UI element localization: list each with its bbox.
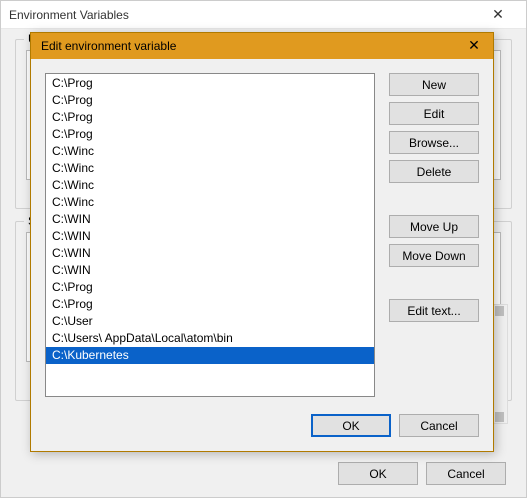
ok-button[interactable]: OK [311,414,391,437]
path-listbox[interactable]: C:\ProgC:\ProgC:\ProgC:\ProgC:\WincC:\Wi… [45,73,375,397]
list-item[interactable]: C:\Winc [46,177,374,194]
list-item[interactable]: C:\WIN [46,245,374,262]
list-item[interactable]: C:\Winc [46,194,374,211]
list-item[interactable]: C:\Prog [46,296,374,313]
child-body: C:\ProgC:\ProgC:\ProgC:\ProgC:\WincC:\Wi… [31,59,493,451]
list-item[interactable]: C:\Prog [46,109,374,126]
parent-titlebar: Environment Variables ✕ [1,1,526,29]
edit-button[interactable]: Edit [389,102,479,125]
move-down-button[interactable]: Move Down [389,244,479,267]
new-button[interactable]: New [389,73,479,96]
move-up-button[interactable]: Move Up [389,215,479,238]
child-titlebar: Edit environment variable ✕ [31,33,493,59]
list-item[interactable]: C:\Prog [46,92,374,109]
parent-title: Environment Variables [9,8,129,22]
side-buttons: New Edit Browse... Delete Move Up Move D… [389,73,479,397]
list-item[interactable]: C:\User [46,313,374,330]
edit-env-var-dialog: Edit environment variable ✕ C:\ProgC:\Pr… [30,32,494,452]
parent-cancel-button[interactable]: Cancel [426,462,506,485]
delete-button[interactable]: Delete [389,160,479,183]
list-item[interactable]: C:\WIN [46,211,374,228]
parent-footer: OK Cancel [338,462,506,485]
list-item[interactable]: C:\Winc [46,143,374,160]
child-main: C:\ProgC:\ProgC:\ProgC:\ProgC:\WincC:\Wi… [45,73,479,397]
child-footer: OK Cancel [45,411,479,437]
list-item[interactable]: C:\Winc [46,160,374,177]
close-icon[interactable]: ✕ [461,36,487,56]
edit-text-button[interactable]: Edit text... [389,299,479,322]
parent-ok-button[interactable]: OK [338,462,418,485]
list-item[interactable]: C:\WIN [46,228,374,245]
browse-button[interactable]: Browse... [389,131,479,154]
list-item[interactable]: C:\Prog [46,75,374,92]
list-item[interactable]: C:\Prog [46,279,374,296]
parent-close-icon[interactable]: ✕ [478,6,518,23]
child-title: Edit environment variable [41,39,176,53]
list-item[interactable]: C:\WIN [46,262,374,279]
list-item[interactable]: C:\Prog [46,126,374,143]
cancel-button[interactable]: Cancel [399,414,479,437]
list-item[interactable]: C:\Users\ AppData\Local\atom\bin [46,330,374,347]
list-item[interactable]: C:\Kubernetes [46,347,374,364]
